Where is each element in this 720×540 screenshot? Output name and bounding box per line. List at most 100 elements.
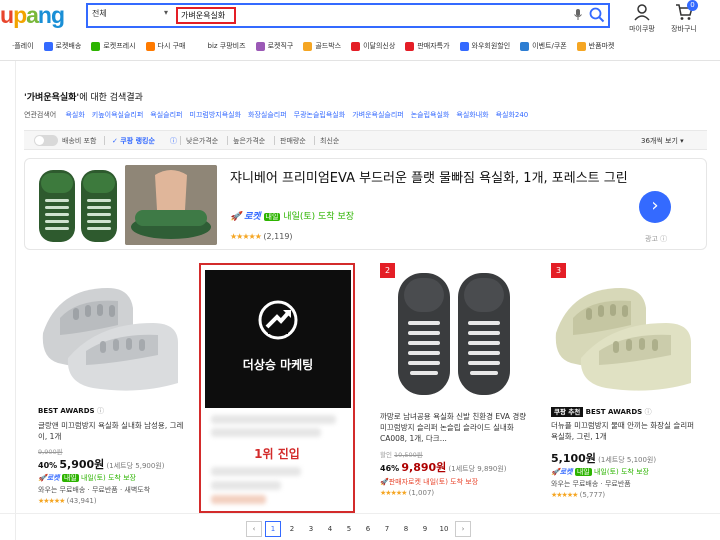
review-count: (1,007) <box>408 489 435 497</box>
related-search-link[interactable]: 화장실슬리퍼 <box>248 111 287 119</box>
cart-button[interactable]: 0 장바구니 <box>667 0 701 34</box>
product-card[interactable]: 2 까망로 남녀공용 욕실화 신발 친환경 EVA 경량 미끄럼방지 슬리퍼 논… <box>380 263 530 513</box>
shipping-toggle[interactable] <box>34 135 58 146</box>
page-number-2[interactable]: 2 <box>284 521 300 537</box>
per-page-select[interactable]: 36개씩 보기 ▾ <box>641 136 684 146</box>
marketing-highlight-card[interactable]: 더상승 마케팅 1위 진입 <box>199 263 355 513</box>
prev-page-button[interactable]: ‹ <box>246 521 262 537</box>
search-icon[interactable] <box>589 7 605 23</box>
info-icon: ⓘ <box>644 408 652 416</box>
category-nav-item[interactable]: ·플레이 <box>0 38 34 54</box>
category-nav-item[interactable]: 골드박스 <box>303 38 341 54</box>
next-page-button[interactable]: › <box>455 521 471 537</box>
page-number-9[interactable]: 9 <box>417 521 433 537</box>
delivery-info: 🚀로켓 내일 내일(토) 도착 보장 <box>38 473 136 483</box>
product-image <box>33 165 123 245</box>
best-awards-label: BEST AWARDS <box>585 408 643 416</box>
category-nav-item[interactable]: 로켓프레시 <box>91 38 136 54</box>
product-name[interactable]: 까망로 남녀공용 욕실화 신발 친환경 EVA 경량 미끄럼방지 슬리퍼 논슬립… <box>380 411 528 444</box>
product-image <box>38 263 188 403</box>
sort-high-price-button[interactable]: 높은가격순 <box>233 136 265 146</box>
sort-sales-button[interactable]: 판매량순 <box>280 136 306 146</box>
sort-rank-button[interactable]: ✓ 쿠팡 랭킹순 <box>112 136 155 146</box>
category-nav-item[interactable]: 와우회원할인 <box>459 38 511 54</box>
sort-latest-button[interactable]: 최신순 <box>320 136 339 146</box>
category-nav-item[interactable]: 이달의신상 <box>351 38 395 54</box>
coupang-logo[interactable]: upang <box>0 2 65 29</box>
discount-label: 할인 <box>380 451 392 459</box>
star-rating: ★★★★★ <box>380 489 407 497</box>
related-search-link[interactable]: 욕실화240 <box>496 111 529 119</box>
related-search-link[interactable]: 욕실화내화 <box>456 111 488 119</box>
shipping-info: 와우는 무료배송 · 무료반품 <box>551 480 631 488</box>
blurred-line <box>211 495 266 504</box>
related-search-link[interactable]: 논슬립욕실화 <box>411 111 450 119</box>
delivery-text: 내일(토) 도착 보장 <box>80 474 136 482</box>
category-nav-label: 판매자특가 <box>417 42 450 50</box>
page-number-10[interactable]: 10 <box>436 521 452 537</box>
page-number-8[interactable]: 8 <box>398 521 414 537</box>
blurred-line <box>211 481 281 490</box>
result-suffix: 에 대한 검색결과 <box>79 93 143 103</box>
result-query: '가벼운욕실화' <box>24 93 80 103</box>
page-number-6[interactable]: 6 <box>360 521 376 537</box>
sponsored-product-card[interactable]: 쟈니베어 프리미엄EVA 부드러운 플랫 물빠짐 욕실화, 1개, 포레스트 그… <box>24 158 707 250</box>
page-number-4[interactable]: 4 <box>322 521 338 537</box>
my-coupang-label: 마이쿠팡 <box>629 25 655 33</box>
cart-count-badge: 0 <box>687 0 698 11</box>
related-search-link[interactable]: 키높이욕실슬리퍼 <box>92 111 144 119</box>
page-number-5[interactable]: 5 <box>341 521 357 537</box>
sale-price: 5,900원 <box>59 458 105 471</box>
header-divider <box>0 60 720 61</box>
microphone-icon[interactable] <box>573 8 583 22</box>
my-coupang-button[interactable]: 마이쿠팡 <box>625 2 659 34</box>
category-nav-item[interactable]: 다시 구매 <box>145 38 186 54</box>
star-rating: ★★★★★ <box>38 497 65 505</box>
category-icon <box>459 41 469 51</box>
category-select[interactable]: 전체 ▾ <box>92 8 172 24</box>
product-card[interactable]: 3 쿠팡 추천 BEST AWARDS ⓘ 더뉴플 미끄럼방지 물때 안끼는 화… <box>551 263 701 513</box>
naeil-badge: 내일 <box>574 468 592 476</box>
category-nav-item[interactable]: 로켓배송 <box>43 38 82 54</box>
product-name[interactable]: 더뉴플 미끄럼방지 물때 안끼는 화장실 슬리퍼 욕실화, 그린, 1개 <box>551 420 699 442</box>
next-arrow-button[interactable]: › <box>639 191 671 223</box>
category-icon <box>520 41 530 51</box>
related-search-link[interactable]: 미끄럼방지욕실화 <box>190 111 242 119</box>
product-image <box>380 263 530 403</box>
original-price-value: 10,500원 <box>394 451 423 459</box>
discount-rate: 40% <box>38 461 58 470</box>
category-nav-item[interactable]: biz 쿠팡비즈 <box>195 38 246 54</box>
category-nav-item[interactable]: 반품마켓 <box>576 38 614 54</box>
product-card[interactable]: BEST AWARDS ⓘ 글랑앤 미끄럼방지 욕실화 실내화 남성용, 그레이… <box>38 263 188 513</box>
original-price-value: 9,900원 <box>38 448 63 456</box>
blurred-line <box>211 428 321 437</box>
page-number-1[interactable]: 1 <box>265 521 281 537</box>
related-search-link[interactable]: 무광논슬립욕실화 <box>294 111 346 119</box>
rocket-icon: 🚀 <box>380 478 389 486</box>
category-nav-item[interactable]: 로켓직구 <box>255 38 293 54</box>
discount-rate: 46% <box>380 464 400 473</box>
sale-price: 5,100원 <box>551 452 596 465</box>
page-number-7[interactable]: 7 <box>379 521 395 537</box>
page-number-3[interactable]: 3 <box>303 521 319 537</box>
unit-price: (1세트당 5,100원) <box>598 456 657 464</box>
blurred-line <box>211 415 336 424</box>
rank-entry-caption: 1위 진입 <box>254 447 300 461</box>
category-icon <box>255 41 265 51</box>
sort-filter-bar: 배송비 포함 ✓ 쿠팡 랭킹순 ⓘ 낮은가격순 높은가격순 판매량순 최신순 3… <box>24 130 707 150</box>
unit-price: (1세트당 9,890원) <box>448 465 507 473</box>
sort-low-price-button[interactable]: 낮은가격순 <box>186 136 218 146</box>
product-name[interactable]: 글랑앤 미끄럼방지 욕실화 실내화 남성용, 그레이, 1개 <box>38 420 186 442</box>
category-nav-label: 와우회원할인 <box>471 42 511 50</box>
related-search-link[interactable]: 욕실슬리퍼 <box>150 111 182 119</box>
related-search-link[interactable]: 가벼운욕실슬리퍼 <box>352 111 404 119</box>
related-search-link[interactable]: 욕실화 <box>65 111 84 119</box>
rank-badge: 2 <box>380 263 395 278</box>
category-nav-label: 로켓배송 <box>55 42 82 50</box>
ad-product-title[interactable]: 쟈니베어 프리미엄EVA 부드러운 플랫 물빠짐 욕실화, 1개, 포레스트 그… <box>230 169 630 188</box>
category-nav-item[interactable]: 이벤트/쿠폰 <box>520 38 567 54</box>
category-nav-item[interactable]: 판매자특가 <box>405 38 450 54</box>
marketing-brand: 더상승 마케팅 <box>242 358 314 372</box>
category-nav-label: biz 쿠팡비즈 <box>207 42 246 50</box>
search-input[interactable]: 가벼운욕실화 <box>176 7 236 24</box>
